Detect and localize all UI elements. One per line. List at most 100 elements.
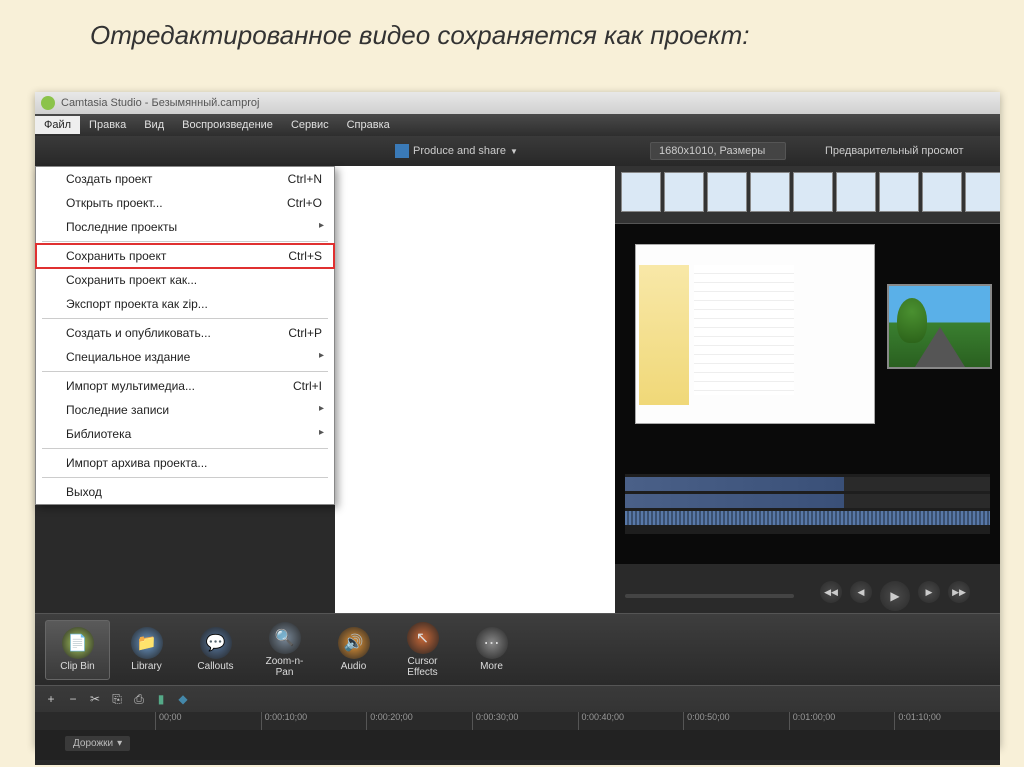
road-graphic bbox=[915, 327, 965, 367]
preview-mini-timeline bbox=[625, 474, 990, 534]
menu-tools[interactable]: Сервис bbox=[282, 116, 338, 134]
thumbnail[interactable] bbox=[664, 172, 704, 212]
cut-icon[interactable]: ✂ bbox=[87, 691, 103, 707]
file-menu-item-7[interactable]: Специальное издание bbox=[36, 345, 334, 369]
mock-sidebar bbox=[639, 265, 689, 405]
timeline-tick: 00;00 bbox=[155, 712, 261, 730]
menu-separator bbox=[42, 318, 328, 319]
timeline-add-icon[interactable]: + bbox=[43, 691, 59, 707]
preview-video-thumbnail bbox=[887, 284, 992, 369]
thumbnail-strip[interactable] bbox=[615, 166, 1000, 224]
file-dropdown-menu: Создать проектCtrl+NОткрыть проект...Ctr… bbox=[35, 166, 335, 505]
menu-separator bbox=[42, 477, 328, 478]
tool-tab-clip-bin[interactable]: 📄Clip Bin bbox=[45, 620, 110, 680]
thumbnail[interactable] bbox=[750, 172, 790, 212]
tool-tab-audio[interactable]: 🔊Audio bbox=[321, 620, 386, 680]
tool-icon: 🔊 bbox=[338, 627, 370, 659]
clip-bin-panel bbox=[335, 166, 615, 613]
app-window: Camtasia Studio - Безымянный.camproj Фай… bbox=[35, 92, 1000, 747]
preview-canvas bbox=[615, 224, 1000, 564]
canvas-size-selector[interactable]: 1680x1010, Размеры bbox=[650, 142, 786, 160]
timeline-tick: 0:00:30;00 bbox=[472, 712, 578, 730]
file-menu-item-5[interactable]: Экспорт проекта как zip... bbox=[36, 292, 334, 316]
tool-tab-zoom-n-pan[interactable]: 🔍Zoom-n- Pan bbox=[252, 620, 317, 680]
thumbnail[interactable] bbox=[621, 172, 661, 212]
file-menu-item-8[interactable]: Импорт мультимедиа...Ctrl+I bbox=[36, 374, 334, 398]
file-menu-item-4[interactable]: Сохранить проект как... bbox=[36, 268, 334, 292]
tool-tab-callouts[interactable]: 💬Callouts bbox=[183, 620, 248, 680]
menu-separator bbox=[42, 448, 328, 449]
file-menu-item-11[interactable]: Импорт архива проекта... bbox=[36, 451, 334, 475]
preview-content-window bbox=[635, 244, 875, 424]
tool-icon: 📄 bbox=[62, 627, 94, 659]
next-frame-button[interactable]: ▶▶ bbox=[948, 581, 970, 603]
file-menu-item-9[interactable]: Последние записи bbox=[36, 398, 334, 422]
file-menu-item-12[interactable]: Выход bbox=[36, 480, 334, 504]
tool-icon: 📁 bbox=[131, 627, 163, 659]
menu-bar: Файл Правка Вид Воспроизведение Сервис С… bbox=[35, 114, 1000, 136]
menu-separator bbox=[42, 371, 328, 372]
secondary-toolbar: Produce and share ▼ 1680x1010, Размеры П… bbox=[35, 136, 1000, 166]
prev-frame-button[interactable]: ◀◀ bbox=[820, 581, 842, 603]
file-menu-item-10[interactable]: Библиотека bbox=[36, 422, 334, 446]
step-forward-button[interactable]: ▶ bbox=[918, 581, 940, 603]
mini-track bbox=[625, 477, 990, 491]
tool-tab-library[interactable]: 📁Library bbox=[114, 620, 179, 680]
file-menu-item-0[interactable]: Создать проектCtrl+N bbox=[36, 167, 334, 191]
paste-icon[interactable]: ▮ bbox=[153, 691, 169, 707]
thumbnail[interactable] bbox=[707, 172, 747, 212]
tracks-dropdown[interactable]: Дорожки bbox=[65, 736, 130, 751]
menu-file[interactable]: Файл bbox=[35, 116, 80, 134]
produce-and-share-button[interactable]: Produce and share ▼ bbox=[395, 144, 518, 158]
timeline-tick: 0:00:10;00 bbox=[261, 712, 367, 730]
thumbnail[interactable] bbox=[879, 172, 919, 212]
file-menu-item-1[interactable]: Открыть проект...Ctrl+O bbox=[36, 191, 334, 215]
main-workspace: Создать проектCtrl+NОткрыть проект...Ctr… bbox=[35, 166, 1000, 613]
copy-icon[interactable]: ⎙ bbox=[131, 691, 147, 707]
timeline-tick: 0:01:10;00 bbox=[894, 712, 1000, 730]
play-button[interactable]: ▶ bbox=[880, 581, 910, 611]
app-logo-icon bbox=[41, 96, 55, 110]
menu-edit[interactable]: Правка bbox=[80, 116, 135, 134]
tool-tab-cursor-effects[interactable]: ↖Cursor Effects bbox=[390, 620, 455, 680]
chevron-down-icon: ▼ bbox=[510, 147, 518, 156]
thumbnail[interactable] bbox=[922, 172, 962, 212]
mini-audio-wave bbox=[625, 511, 990, 525]
timeline-tick: 0:00:50;00 bbox=[683, 712, 789, 730]
tool-icon: 🔍 bbox=[269, 622, 301, 654]
menu-help[interactable]: Справка bbox=[338, 116, 399, 134]
timeline-zoomout-icon[interactable]: − bbox=[65, 691, 81, 707]
timeline-tick: 0:01:00;00 bbox=[789, 712, 895, 730]
thumbnail[interactable] bbox=[836, 172, 876, 212]
tool-tab-strip: 📄Clip Bin📁Library💬Callouts🔍Zoom-n- Pan🔊A… bbox=[35, 613, 1000, 685]
seek-bar[interactable] bbox=[625, 594, 794, 598]
timeline-tick: 0:00:20;00 bbox=[366, 712, 472, 730]
marker-icon[interactable]: ◆ bbox=[175, 691, 191, 707]
playback-controls: ◀◀ ◀ ▶ ▶ ▶▶ bbox=[625, 582, 990, 610]
tool-tab-more[interactable]: ⋯More bbox=[459, 620, 524, 680]
produce-icon bbox=[395, 144, 409, 158]
file-menu-item-3[interactable]: Сохранить проектCtrl+S bbox=[36, 244, 334, 268]
timeline-tick: 0:00:40;00 bbox=[578, 712, 684, 730]
step-back-button[interactable]: ◀ bbox=[850, 581, 872, 603]
timeline-ruler[interactable]: 00;000:00:10;000:00:20;000:00:30;000:00:… bbox=[35, 712, 1000, 730]
tool-icon: ↖ bbox=[407, 622, 439, 654]
preview-label: Предварительный просмот bbox=[825, 145, 964, 157]
mock-filelist bbox=[694, 265, 794, 395]
mini-track bbox=[625, 494, 990, 508]
menu-view[interactable]: Вид bbox=[135, 116, 173, 134]
thumbnail[interactable] bbox=[965, 172, 1000, 212]
window-title-bar: Camtasia Studio - Безымянный.camproj bbox=[35, 92, 1000, 114]
timeline-controls: + − ✂ ⎘ ⎙ ▮ ◆ bbox=[35, 686, 1000, 712]
file-menu-item-2[interactable]: Последние проекты bbox=[36, 215, 334, 239]
tool-icon: ⋯ bbox=[476, 627, 508, 659]
split-icon[interactable]: ⎘ bbox=[109, 691, 125, 707]
menu-separator bbox=[42, 241, 328, 242]
tool-icon: 💬 bbox=[200, 627, 232, 659]
menu-play[interactable]: Воспроизведение bbox=[173, 116, 282, 134]
file-menu-item-6[interactable]: Создать и опубликовать...Ctrl+P bbox=[36, 321, 334, 345]
timeline-tracks[interactable]: Дорожки bbox=[35, 730, 1000, 760]
thumbnail[interactable] bbox=[793, 172, 833, 212]
timeline-area: + − ✂ ⎘ ⎙ ▮ ◆ 00;000:00:10;000:00:20;000… bbox=[35, 685, 1000, 765]
slide-title: Отредактированное видео сохраняется как … bbox=[0, 0, 1024, 51]
